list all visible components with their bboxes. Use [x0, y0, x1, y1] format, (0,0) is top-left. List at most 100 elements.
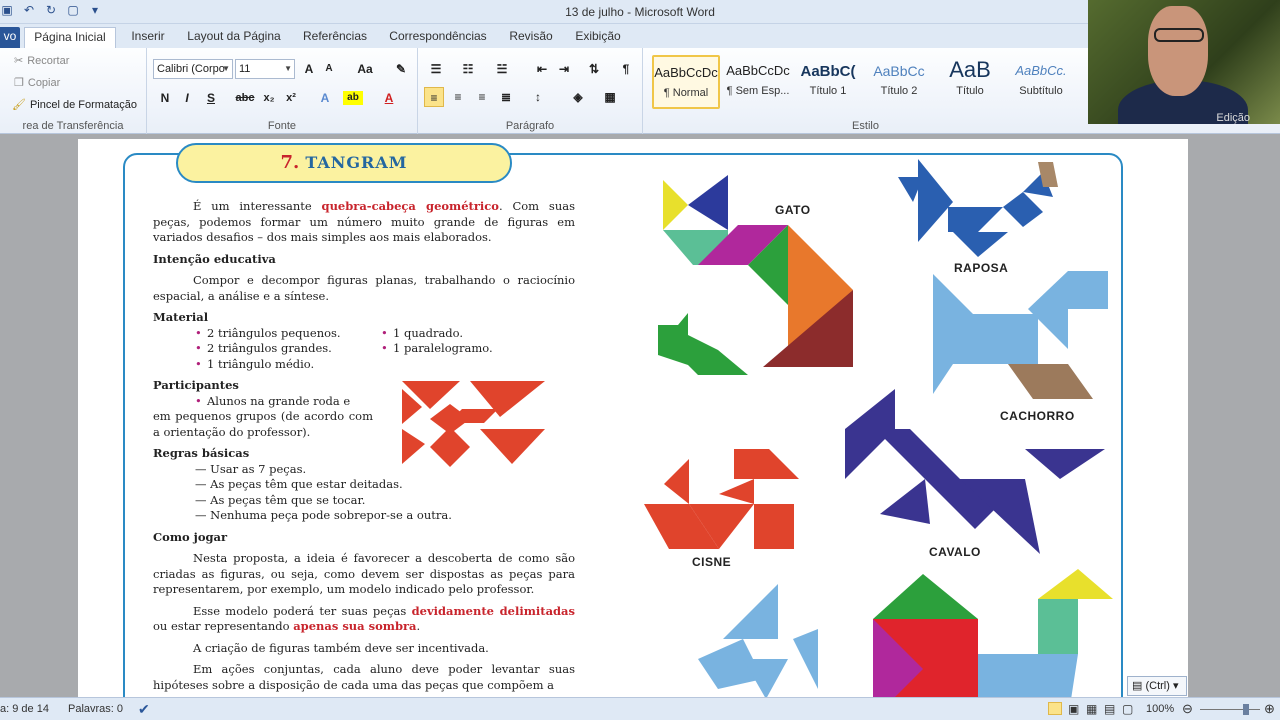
tab-view[interactable]: Exibição — [568, 27, 628, 48]
grow-font-icon[interactable]: A — [299, 59, 319, 79]
clear-format-icon[interactable]: ✎ — [391, 59, 411, 79]
word-count[interactable]: Palavras: 0 — [68, 703, 123, 715]
highlight-icon[interactable]: ab — [343, 91, 363, 105]
style-subtitle[interactable]: AaBbCc. Subtítulo — [1007, 55, 1075, 109]
style-no-spacing[interactable]: AaBbCcDc ¶ Sem Esp... — [724, 55, 792, 109]
document-area[interactable]: 7. TANGRAM É um interessante quebra-cabeç… — [0, 135, 1280, 697]
bullets-icon[interactable]: ☰ — [426, 59, 446, 79]
page-count[interactable]: a: 9 de 14 — [0, 703, 49, 715]
label-cisne: CISNE — [692, 555, 732, 569]
borders-icon[interactable]: ▦ — [600, 87, 620, 107]
zoom-slider-thumb[interactable] — [1243, 704, 1249, 715]
regras-list: — Usar as 7 peças. — As peças têm que es… — [195, 462, 575, 524]
jogar-text: . — [416, 619, 421, 633]
numbering-icon[interactable]: ☷ — [458, 59, 478, 79]
line-spacing-icon[interactable]: ↕ — [528, 87, 548, 107]
format-painter-button[interactable]: 🖌 Pincel de Formatação — [12, 98, 137, 112]
change-case-icon[interactable]: Aa — [351, 59, 379, 79]
style-heading-2[interactable]: AaBbCc Título 2 — [865, 55, 933, 109]
format-painter-label: Pincel de Formatação — [29, 98, 137, 111]
print-layout-icon[interactable] — [1048, 702, 1062, 715]
draft-icon[interactable]: ▢ — [1122, 702, 1133, 716]
zoom-out-icon[interactable]: ⊖ — [1182, 701, 1193, 717]
tangram-fox-image — [898, 159, 1058, 257]
superscript-icon[interactable]: x² — [281, 88, 301, 108]
style-name: ¶ Sem Esp... — [726, 85, 790, 97]
list-item: 2 triângulos pequenos. — [195, 326, 381, 342]
shrink-font-icon[interactable]: A — [319, 59, 339, 79]
style-sample: AaBbCcDc — [726, 63, 790, 78]
zoom-level[interactable]: 100% — [1146, 703, 1174, 715]
font-name-value: Calibri (Corpo — [157, 63, 225, 75]
full-screen-icon[interactable]: ▣ — [1068, 702, 1079, 716]
style-name: Título 1 — [809, 85, 847, 97]
webcam-person-glasses — [1154, 28, 1204, 42]
font-size-combo[interactable]: 11 ▼ — [235, 59, 295, 79]
tangram-horse-image — [845, 389, 1105, 554]
style-heading-1[interactable]: AaBbC( Título 1 — [794, 55, 862, 109]
bold-icon[interactable]: N — [155, 88, 175, 108]
subscript-icon[interactable]: x₂ — [259, 88, 279, 108]
zoom-slider[interactable] — [1200, 709, 1260, 710]
underline-icon[interactable]: S — [201, 88, 221, 108]
tab-home[interactable]: Página Inicial — [24, 27, 116, 48]
webcam-person-face — [1148, 6, 1208, 96]
decrease-indent-icon[interactable]: ⇤ — [532, 59, 552, 79]
style-normal[interactable]: AaBbCcDc ¶ Normal — [652, 55, 720, 109]
italic-icon[interactable]: I — [177, 88, 197, 108]
copy-button[interactable]: ❐ Copiar — [14, 76, 61, 90]
outline-icon[interactable]: ▤ — [1104, 702, 1115, 716]
tab-page-layout[interactable]: Layout da Página — [182, 27, 286, 48]
zoom-in-icon[interactable]: ⊕ — [1264, 701, 1275, 717]
tab-file[interactable]: vo — [0, 27, 20, 48]
status-bar: a: 9 de 14 Palavras: 0 ✔ ▣ ▦ ▤ ▢ 100% ⊖ … — [0, 697, 1280, 720]
jogar-paragraph-1: Nesta proposta, a ideia é favorecer a de… — [153, 551, 575, 596]
copy-label: Copiar — [27, 76, 61, 89]
style-sample: AaBbCcDc — [654, 65, 718, 80]
align-center-icon[interactable]: ≡ — [448, 87, 468, 107]
pilcrow-icon[interactable]: ¶ — [616, 59, 636, 79]
align-right-icon[interactable]: ≡ — [472, 87, 492, 107]
increase-indent-icon[interactable]: ⇥ — [554, 59, 574, 79]
section-heading: 7. TANGRAM — [176, 143, 512, 183]
tab-mailings[interactable]: Correspondências — [384, 27, 492, 48]
cut-button[interactable]: ✂ Recortar — [14, 54, 69, 68]
strikethrough-icon[interactable]: abc — [233, 88, 257, 108]
text-effects-icon[interactable]: A — [315, 88, 335, 108]
heading-como-jogar: Como jogar — [153, 529, 228, 544]
tab-review[interactable]: Revisão — [502, 27, 560, 48]
material-list: 2 triângulos pequenos. 2 triângulos gran… — [153, 326, 575, 373]
shading-icon[interactable]: ◈ — [568, 87, 588, 107]
font-name-combo[interactable]: Calibri (Corpo ▼ — [153, 59, 233, 79]
copy-icon: ❐ — [14, 77, 24, 89]
tangram-cat-image — [658, 175, 853, 375]
tab-references[interactable]: Referências — [296, 27, 374, 48]
intro-highlight: quebra-cabeça geométrico — [321, 199, 499, 213]
justify-icon[interactable]: ≣ — [496, 87, 516, 107]
list-item: Alunos na grande roda e — [195, 394, 373, 410]
font-color-icon[interactable]: A — [379, 88, 399, 108]
paragraph-group: ☰ ☷ ☱ ⇤ ⇥ ⇅ ¶ ≡ ≡ ≡ ≣ ↕ ◈ ▦ Parágrafo — [418, 48, 643, 134]
multilevel-list-icon[interactable]: ☱ — [492, 59, 512, 79]
tangram-colored-figure-image — [873, 569, 1113, 697]
document-page[interactable]: 7. TANGRAM É um interessante quebra-cabeç… — [78, 139, 1188, 697]
proofing-icon[interactable]: ✔ — [138, 701, 150, 718]
label-cavalo: CAVALO — [929, 545, 981, 559]
intro-text: É um interessante — [193, 199, 322, 213]
participantes-text: em pequenos grupos (de acordo com a orie… — [153, 409, 373, 439]
sort-icon[interactable]: ⇅ — [584, 59, 604, 79]
style-sample: AaBbC( — [800, 63, 856, 80]
align-left-icon[interactable]: ≡ — [424, 87, 444, 107]
chevron-down-icon: ▼ — [284, 64, 292, 73]
tab-insert[interactable]: Inserir — [124, 27, 172, 48]
font-group-label: Fonte — [267, 120, 297, 132]
style-name: ¶ Normal — [663, 87, 709, 99]
web-layout-icon[interactable]: ▦ — [1086, 702, 1097, 716]
jogar-highlight: devidamente delimitadas — [411, 603, 575, 618]
webcam-overlay: Edição — [1088, 0, 1280, 124]
tangram-pieces-image — [402, 381, 545, 467]
list-item: — Nenhuma peça pode sobrepor-se a outra. — [195, 508, 452, 522]
style-name: Subtítulo — [1019, 85, 1063, 97]
paste-options-button[interactable]: ▤ (Ctrl) ▾ — [1127, 676, 1187, 696]
style-title[interactable]: AaB Título — [936, 55, 1004, 109]
